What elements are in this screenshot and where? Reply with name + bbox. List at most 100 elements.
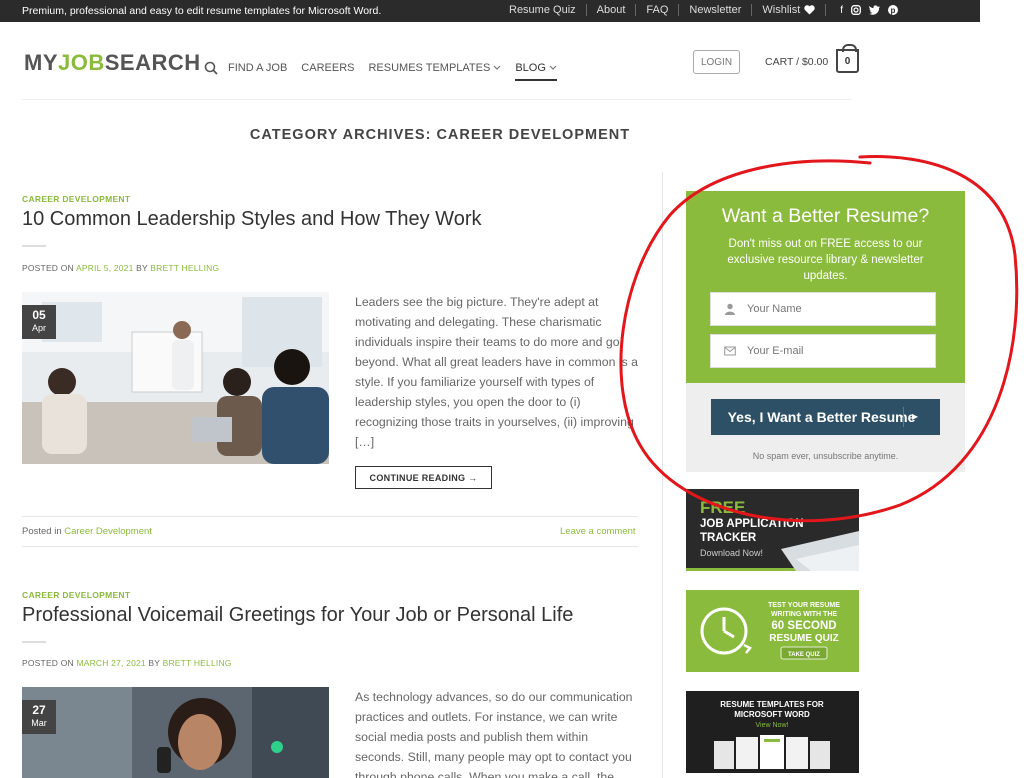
article-footer-divider xyxy=(22,546,638,547)
cart-count-icon[interactable]: 0 xyxy=(836,44,859,73)
signup-button-label: Yes, I Want a Better Resume xyxy=(727,409,916,425)
nav-blog[interactable]: BLOG xyxy=(515,62,557,81)
nav-resumes-templates[interactable]: RESUMES TEMPLATES xyxy=(368,62,501,74)
article-category[interactable]: CAREER DEVELOPMENT xyxy=(22,194,130,204)
job-tracker-art: FREE JOB APPLICATION TRACKER Download No… xyxy=(686,489,859,571)
email-placeholder: Your E-mail xyxy=(747,345,804,357)
date-badge: 27 Mar xyxy=(22,700,56,734)
article-meta: POSTED ON MARCH 27, 2021 BY BRETT HELLIN… xyxy=(22,658,232,668)
signup-subtitle: Don't miss out on FREE access to our exc… xyxy=(727,238,924,282)
pinterest-icon[interactable]: p xyxy=(888,5,899,15)
phone-call-photo xyxy=(22,687,329,778)
meta-by: BY xyxy=(145,658,163,668)
nav-find-a-job[interactable]: FIND A JOB xyxy=(228,62,287,74)
chevron-down-icon xyxy=(549,65,557,70)
site-logo[interactable]: MYJOBSEARCH xyxy=(24,50,201,76)
site-header: MYJOBSEARCH FIND A JOB CAREERS RESUMES T… xyxy=(0,22,1024,100)
top-bar-links: Resume Quiz About FAQ Newsletter Wishlis… xyxy=(509,4,899,16)
article-thumbnail[interactable] xyxy=(22,687,329,778)
quiz-line2: WRITING WITH THE xyxy=(771,611,837,618)
article-date-link[interactable]: APRIL 5, 2021 xyxy=(76,263,134,273)
resume-quiz-banner[interactable]: TEST YOUR RESUME WRITING WITH THE 60 SEC… xyxy=(686,590,859,672)
cart-link[interactable]: CART / $0.00 xyxy=(765,56,828,68)
nav-careers[interactable]: CAREERS xyxy=(301,62,354,74)
templates-cta: View Now! xyxy=(756,722,789,729)
name-field[interactable]: Your Name xyxy=(710,292,936,326)
logo-part-search: SEARCH xyxy=(104,50,201,75)
signup-title: Want a Better Resume? xyxy=(721,205,930,227)
title-divider xyxy=(22,245,46,247)
article-category[interactable]: CAREER DEVELOPMENT xyxy=(22,590,130,600)
top-bar-message: Premium, professional and easy to edit r… xyxy=(22,5,382,17)
login-button[interactable]: LOGIN xyxy=(693,50,740,74)
twitter-icon[interactable] xyxy=(869,5,880,15)
header-divider xyxy=(22,99,852,100)
leave-comment-link[interactable]: Leave a comment xyxy=(560,526,636,537)
article-excerpt: As technology advances, so do our commun… xyxy=(355,690,633,778)
meta-prefix: POSTED ON xyxy=(22,263,76,273)
signup-submit-button[interactable]: Yes, I Want a Better Resume ▸ xyxy=(711,399,940,435)
search-icon[interactable] xyxy=(204,61,218,75)
top-bar: Premium, professional and easy to edit r… xyxy=(0,0,980,22)
job-tracker-banner[interactable]: FREE JOB APPLICATION TRACKER Download No… xyxy=(686,489,859,571)
email-field[interactable]: Your E-mail xyxy=(710,334,936,368)
article-date-link[interactable]: MARCH 27, 2021 xyxy=(76,658,145,668)
heart-icon xyxy=(804,5,815,15)
quiz-line4: RESUME QUIZ xyxy=(769,633,838,644)
quiz-line3: 60 SECOND xyxy=(771,620,836,632)
chevron-down-icon xyxy=(493,65,501,70)
nav-label: RESUMES TEMPLATES xyxy=(368,62,491,74)
badge-month: Apr xyxy=(31,323,46,333)
date-badge: 05 Apr xyxy=(22,305,56,339)
article-author-link[interactable]: BRETT HELLING xyxy=(163,658,232,668)
quiz-line1: TEST YOUR RESUME xyxy=(768,602,840,609)
name-placeholder: Your Name xyxy=(747,303,802,315)
badge-day: 27 xyxy=(32,703,46,717)
badge-month: Mar xyxy=(31,718,47,728)
badge-day: 05 xyxy=(32,308,46,322)
posted-in: Posted in Career Development xyxy=(22,526,152,537)
tracker-line3: TRACKER xyxy=(700,532,757,544)
quiz-cta: TAKE QUIZ xyxy=(788,652,820,658)
category-link[interactable]: Career Development xyxy=(64,526,152,537)
top-link-wishlist[interactable]: Wishlist xyxy=(762,4,800,16)
article-thumbnail[interactable] xyxy=(22,292,329,464)
logo-part-job: JOB xyxy=(58,50,105,75)
nav-label: FIND A JOB xyxy=(228,62,288,74)
top-link-newsletter[interactable]: Newsletter xyxy=(689,4,741,16)
article-author-link[interactable]: BRETT HELLING xyxy=(150,263,219,273)
envelope-icon xyxy=(724,346,736,356)
article-title[interactable]: 10 Common Leadership Styles and How They… xyxy=(22,208,481,231)
resume-templates-banner[interactable]: RESUME TEMPLATES FOR MICROSOFT WORD View… xyxy=(686,691,859,773)
templates-line2: MICROSOFT WORD xyxy=(734,710,810,719)
tracker-line4: Download Now! xyxy=(700,548,763,558)
nav-label: CAREERS xyxy=(301,62,355,74)
top-link-about[interactable]: About xyxy=(597,4,626,16)
top-link-resume-quiz[interactable]: Resume Quiz xyxy=(509,4,576,16)
article-footer-divider xyxy=(22,516,638,517)
meta-by: BY xyxy=(133,263,151,273)
signup-widget: Want a Better Resume? Don't miss out on … xyxy=(686,191,965,472)
main-nav: FIND A JOB CAREERS RESUMES TEMPLATES BLO… xyxy=(204,55,571,81)
instagram-icon[interactable] xyxy=(851,5,861,15)
article-excerpt: Leaders see the big picture. They're ade… xyxy=(355,295,638,449)
title-divider xyxy=(22,641,46,643)
user-icon xyxy=(725,303,735,315)
nav-label: BLOG xyxy=(515,62,546,74)
tracker-line1: FREE xyxy=(700,498,745,517)
templates-line1: RESUME TEMPLATES FOR xyxy=(720,700,824,709)
article-title[interactable]: Professional Voicemail Greetings for You… xyxy=(22,604,573,627)
posted-in-prefix: Posted in xyxy=(22,526,65,537)
sidebar-divider xyxy=(662,172,663,778)
svg-text:p: p xyxy=(891,6,896,15)
meeting-photo xyxy=(22,292,329,464)
facebook-icon[interactable]: f xyxy=(840,5,843,16)
top-link-faq[interactable]: FAQ xyxy=(646,4,668,16)
continue-reading-button[interactable]: CONTINUE READING → xyxy=(355,466,492,489)
tracker-line2: JOB APPLICATION xyxy=(700,518,804,530)
caret-right-icon: ▸ xyxy=(911,409,918,423)
resume-templates-art: RESUME TEMPLATES FOR MICROSOFT WORD View… xyxy=(686,691,859,773)
signup-note: No spam ever, unsubscribe anytime. xyxy=(752,451,899,461)
article-meta: POSTED ON APRIL 5, 2021 BY BRETT HELLING xyxy=(22,263,219,273)
meta-prefix: POSTED ON xyxy=(22,658,77,668)
